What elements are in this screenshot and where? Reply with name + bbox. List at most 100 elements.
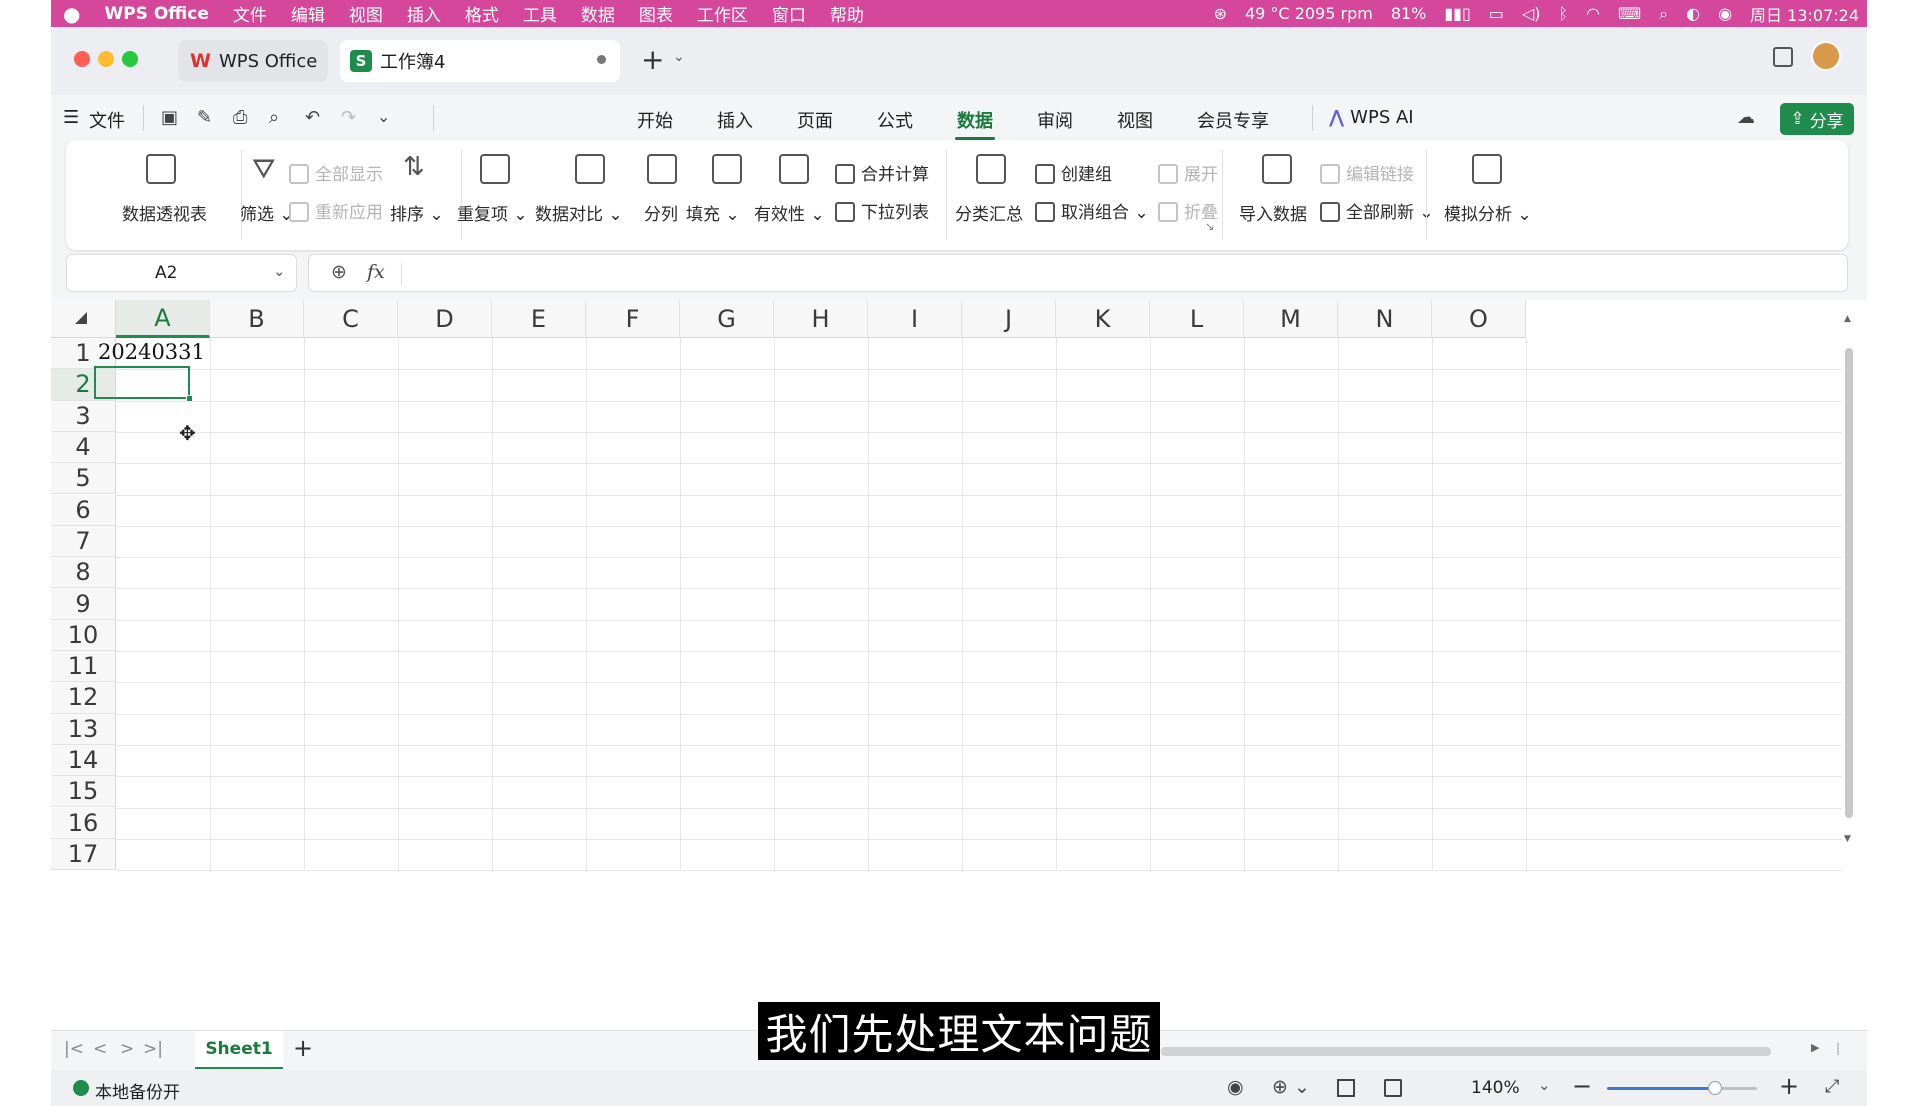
- tab-workbook[interactable]: S 工作簿4: [340, 40, 620, 82]
- sort-button[interactable]: 排序 ⌄: [390, 200, 444, 225]
- control-center-icon[interactable]: ◐: [1686, 4, 1700, 23]
- column-header-d[interactable]: D: [398, 300, 492, 338]
- row-header-6[interactable]: 6: [51, 494, 116, 526]
- first-sheet-icon[interactable]: |<: [64, 1039, 84, 1059]
- bluetooth-icon[interactable]: ᛒ: [1558, 4, 1568, 23]
- merge-calc-button[interactable]: 合并计算: [835, 160, 929, 185]
- row-header-17[interactable]: 17: [51, 838, 116, 871]
- zoom-window-button[interactable]: [122, 51, 138, 67]
- row-header-16[interactable]: 16: [51, 807, 116, 839]
- user-avatar[interactable]: [1811, 41, 1841, 71]
- create-group-button[interactable]: 创建组: [1035, 160, 1112, 185]
- menu-edit[interactable]: 编辑: [279, 1, 337, 26]
- scroll-up-arrow-icon[interactable]: ▲: [1844, 314, 1851, 324]
- zoom-slider-knob[interactable]: [1708, 1081, 1722, 1095]
- page-break-view-icon[interactable]: [1384, 1079, 1402, 1097]
- apple-menu-icon[interactable]: ●: [51, 2, 92, 26]
- expand-button[interactable]: 展开: [1158, 160, 1218, 185]
- scroll-down-arrow-icon[interactable]: ▼: [1844, 834, 1851, 844]
- customize-dropdown-icon[interactable]: ⌄: [377, 107, 390, 126]
- fullscreen-icon[interactable]: ⤢: [1825, 1076, 1839, 1097]
- row-header-14[interactable]: 14: [51, 744, 116, 777]
- tab-review[interactable]: 审阅: [1037, 107, 1073, 133]
- scroll-right-arrow-icon[interactable]: ▶: [1811, 1041, 1819, 1054]
- tab-wps-home[interactable]: W WPS Office: [178, 40, 328, 82]
- menu-tools[interactable]: 工具: [511, 1, 569, 26]
- tab-member[interactable]: 会员专享: [1197, 107, 1269, 133]
- zoom-in-button[interactable]: +: [1779, 1072, 1799, 1100]
- column-header-a[interactable]: A: [116, 300, 210, 338]
- row-header-10[interactable]: 10: [51, 619, 116, 651]
- column-header-b[interactable]: B: [210, 300, 304, 338]
- filter-button[interactable]: 筛选 ⌄: [240, 200, 294, 225]
- menu-help[interactable]: 帮助: [818, 1, 876, 26]
- column-header-l[interactable]: L: [1150, 300, 1244, 338]
- row-header-15[interactable]: 15: [51, 776, 116, 808]
- wifi-icon[interactable]: ◠: [1586, 4, 1600, 23]
- vertical-scroll-thumb[interactable]: [1845, 348, 1853, 818]
- add-sheet-button[interactable]: +: [293, 1034, 313, 1062]
- undo-icon[interactable]: ↶: [305, 107, 320, 128]
- sidebar-toggle-icon[interactable]: [1773, 47, 1793, 67]
- zoom-formula-icon[interactable]: ⊕: [331, 261, 347, 283]
- column-header-j[interactable]: J: [962, 300, 1056, 338]
- eye-protection-icon[interactable]: ◉: [1227, 1076, 1244, 1098]
- close-window-button[interactable]: [74, 51, 90, 67]
- redo-icon[interactable]: ↷: [341, 107, 356, 128]
- pivot-table-button[interactable]: 数据透视表: [122, 200, 207, 225]
- battery-icon[interactable]: ▮▮▯: [1444, 4, 1470, 23]
- horizontal-scroll-thumb[interactable]: [1161, 1047, 1771, 1056]
- unsaved-dot-icon[interactable]: [597, 55, 606, 64]
- row-header-11[interactable]: 11: [51, 651, 116, 683]
- whatif-analysis-button[interactable]: 模拟分析 ⌄: [1444, 200, 1532, 225]
- menu-chart[interactable]: 图表: [627, 1, 685, 26]
- column-header-c[interactable]: C: [304, 300, 398, 338]
- row-header-3[interactable]: 3: [51, 400, 116, 432]
- row-header-12[interactable]: 12: [51, 682, 116, 714]
- data-compare-button[interactable]: 数据对比 ⌄: [535, 200, 623, 225]
- display-icon[interactable]: ▭: [1489, 4, 1504, 23]
- ungroup-button[interactable]: 取消组合 ⌄: [1035, 198, 1149, 223]
- menu-workspace[interactable]: 工作区: [685, 1, 760, 26]
- column-header-e[interactable]: E: [492, 300, 586, 338]
- menu-data[interactable]: 数据: [569, 1, 627, 26]
- row-header-4[interactable]: 4: [51, 431, 116, 464]
- cloud-icon[interactable]: ☁: [1737, 107, 1755, 128]
- edit-links-button[interactable]: 编辑链接: [1320, 160, 1414, 185]
- fan-icon[interactable]: ⊛: [1214, 4, 1227, 23]
- tab-home[interactable]: 开始: [637, 107, 673, 133]
- new-tab-button[interactable]: +: [641, 43, 664, 76]
- formula-input[interactable]: [413, 263, 1833, 285]
- column-header-n[interactable]: N: [1338, 300, 1432, 338]
- refresh-all-button[interactable]: 全部刷新 ⌄: [1320, 198, 1434, 223]
- share-button[interactable]: ⇪ 分享: [1780, 103, 1854, 135]
- row-header-5[interactable]: 5: [51, 463, 116, 495]
- tab-formula[interactable]: 公式: [877, 107, 913, 133]
- menu-window[interactable]: 窗口: [760, 1, 818, 26]
- wps-ai-button[interactable]: ⋀ WPS AI: [1329, 107, 1414, 128]
- column-header-f[interactable]: F: [586, 300, 680, 338]
- split-handle-icon[interactable]: |: [1836, 1041, 1840, 1055]
- tab-insert[interactable]: 插入: [717, 107, 753, 133]
- normal-view-icon[interactable]: [1337, 1079, 1355, 1097]
- format-painter-icon[interactable]: ✎: [197, 107, 212, 128]
- validity-button[interactable]: 有效性 ⌄: [754, 200, 825, 225]
- fill-handle[interactable]: [186, 395, 193, 402]
- new-tab-dropdown-icon[interactable]: ⌄: [673, 49, 685, 65]
- duplicates-button[interactable]: 重复项 ⌄: [457, 200, 528, 225]
- column-header-o[interactable]: O: [1432, 300, 1526, 338]
- print-preview-icon[interactable]: ⌕: [269, 107, 279, 128]
- name-box[interactable]: A2 ⌄: [66, 254, 297, 292]
- print-icon[interactable]: ⎙: [233, 107, 247, 128]
- local-backup-status[interactable]: 本地备份开: [95, 1078, 180, 1103]
- hamburger-menu-icon[interactable]: ☰: [63, 107, 79, 128]
- app-menu[interactable]: WPS Office: [92, 4, 220, 24]
- split-columns-button[interactable]: 分列: [644, 200, 678, 225]
- save-icon[interactable]: ▣: [161, 107, 178, 128]
- selected-cell-a2[interactable]: [94, 366, 190, 399]
- cell-a1[interactable]: 20240331: [98, 340, 205, 364]
- tab-page[interactable]: 页面: [797, 107, 833, 133]
- select-all-corner[interactable]: [51, 300, 116, 338]
- zoom-slider-track[interactable]: [1607, 1081, 1757, 1095]
- menu-view[interactable]: 视图: [337, 1, 395, 26]
